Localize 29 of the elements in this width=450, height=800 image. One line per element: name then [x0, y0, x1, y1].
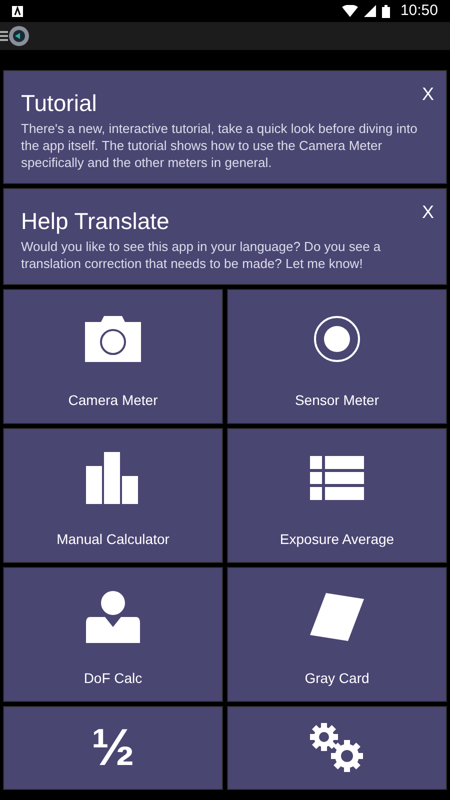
signal-icon [364, 5, 376, 17]
card-text: Would you like to see this app in your language? Do you see a translation correction that needs to be made? Let me know! [21, 238, 382, 272]
menu-tile[interactable]: ½ [3, 706, 223, 790]
card-text: There's a new, interactive tutorial, take a quick look before diving into the app itself. The tutorial shows how to use the Camera Meter specifically and the other meters in general. [21, 120, 418, 171]
card-title: Tutorial [21, 89, 97, 118]
person-icon [86, 590, 140, 642]
record-icon [313, 314, 361, 362]
camera-icon [85, 316, 141, 362]
menu-tile[interactable]: DoF Calc [3, 566, 223, 702]
card-title: Help Translate [21, 206, 170, 236]
clock-time: 10:50 [400, 0, 438, 21]
gears-icon [309, 722, 365, 774]
wifi-icon [342, 5, 358, 17]
menu-tile[interactable]: Gray Card [227, 566, 447, 702]
fraction-icon: ½ [91, 722, 135, 774]
menu-tile[interactable] [227, 706, 447, 790]
close-button[interactable]: X [422, 198, 434, 226]
menu-tile[interactable]: Sensor Meter [227, 288, 447, 424]
menu-tile[interactable]: Exposure Average [227, 428, 447, 562]
close-button[interactable]: X [422, 81, 434, 108]
battery-icon [382, 4, 390, 18]
lens-logo-icon[interactable] [8, 25, 30, 47]
menu-tile[interactable]: Camera Meter [3, 288, 223, 424]
bar-chart-icon [86, 452, 140, 504]
menu-tile[interactable]: Manual Calculator [3, 428, 223, 562]
card-icon [310, 592, 364, 640]
list-icon [310, 456, 364, 500]
menu-icon[interactable] [0, 31, 8, 41]
notification-icon [12, 6, 23, 16]
